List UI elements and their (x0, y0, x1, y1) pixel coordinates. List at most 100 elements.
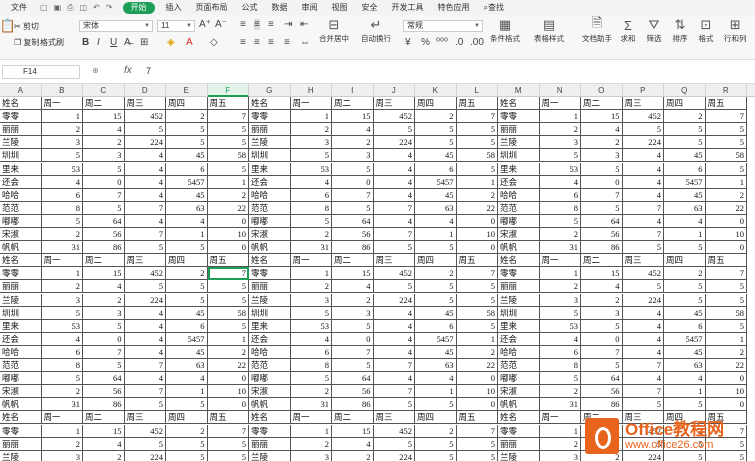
name-cell[interactable]: 兰陵 (0, 293, 42, 307)
value-cell[interactable]: 4 (622, 345, 664, 359)
name-cell[interactable]: 还会 (0, 332, 42, 346)
value-cell[interactable]: 4 (539, 175, 581, 189)
value-cell[interactable]: 4 (373, 214, 415, 228)
header-cell[interactable]: 周二 (581, 254, 623, 268)
align-left-icon[interactable]: ≡ (240, 37, 246, 48)
value-cell[interactable]: 5 (83, 201, 125, 215)
value-cell[interactable]: 5 (415, 123, 457, 137)
value-cell[interactable]: 4 (373, 372, 415, 386)
value-cell[interactable]: 1 (290, 267, 332, 281)
justify-icon[interactable]: ≡ (284, 37, 290, 48)
value-cell[interactable]: 5 (124, 280, 166, 294)
decrease-decimal-icon[interactable]: .00 (470, 37, 484, 48)
name-cell[interactable]: 宋淑 (498, 385, 540, 399)
value-cell[interactable]: 56 (332, 385, 374, 399)
value-cell[interactable]: 8 (41, 201, 83, 215)
header-cell[interactable]: 周二 (83, 254, 125, 268)
value-cell[interactable]: 7 (456, 424, 498, 438)
tab-formulas[interactable]: 公式 (235, 0, 265, 15)
name-cell[interactable]: 还会 (498, 175, 540, 189)
value-cell[interactable]: 7 (373, 201, 415, 215)
value-cell[interactable]: 5 (41, 372, 83, 386)
column-header-B[interactable]: B (42, 84, 83, 97)
value-cell[interactable]: 5 (290, 372, 332, 386)
name-cell[interactable]: 帆帆 (249, 241, 291, 255)
value-cell[interactable]: 7 (622, 228, 664, 242)
bold-icon[interactable]: B (82, 37, 89, 48)
value-cell[interactable]: 5 (83, 162, 125, 176)
name-cell[interactable]: 嘟嘟 (498, 372, 540, 386)
header-cell[interactable]: 姓名 (498, 254, 540, 268)
value-cell[interactable]: 5 (166, 437, 208, 451)
value-cell[interactable]: 2 (415, 110, 457, 124)
name-cell[interactable]: 兰陵 (249, 450, 291, 461)
copy-button[interactable]: ❐ 复制 (14, 37, 39, 48)
value-cell[interactable]: 4 (332, 280, 374, 294)
value-cell[interactable]: 224 (373, 293, 415, 307)
value-cell[interactable]: 5 (622, 280, 664, 294)
value-cell[interactable]: 2 (290, 280, 332, 294)
value-cell[interactable]: 5 (332, 359, 374, 373)
value-cell[interactable]: 4 (290, 175, 332, 189)
value-cell[interactable]: 10 (456, 228, 498, 242)
value-cell[interactable]: 5 (373, 123, 415, 137)
name-cell[interactable]: 嘟嘟 (0, 214, 42, 228)
value-cell[interactable]: 452 (373, 267, 415, 281)
name-cell[interactable]: 兰陵 (498, 293, 540, 307)
name-cell[interactable]: 兰陵 (0, 450, 42, 461)
value-cell[interactable]: 10 (705, 228, 747, 242)
value-cell[interactable]: 5 (332, 319, 374, 333)
redo-icon[interactable]: ↷ (106, 3, 113, 13)
value-cell[interactable]: 4 (373, 162, 415, 176)
value-cell[interactable]: 452 (124, 110, 166, 124)
value-cell[interactable]: 86 (581, 241, 623, 255)
value-cell[interactable]: 15 (83, 424, 125, 438)
font-color-icon[interactable]: A (186, 37, 193, 48)
header-cell[interactable]: 周五 (207, 254, 249, 268)
value-cell[interactable]: 2 (41, 385, 83, 399)
value-cell[interactable]: 5 (290, 214, 332, 228)
value-cell[interactable]: 2 (166, 267, 208, 281)
header-cell[interactable]: 周二 (83, 411, 125, 425)
value-cell[interactable]: 5457 (415, 175, 457, 189)
fx-icon[interactable]: fx (124, 65, 132, 76)
value-cell[interactable]: 4 (373, 332, 415, 346)
name-cell[interactable]: 范范 (0, 359, 42, 373)
value-cell[interactable]: 5 (664, 136, 706, 150)
decrease-font-icon[interactable]: A⁻ (215, 19, 227, 30)
value-cell[interactable]: 2 (83, 450, 125, 461)
name-cell[interactable]: 帆帆 (0, 398, 42, 412)
value-cell[interactable]: 5 (581, 359, 623, 373)
value-cell[interactable]: 5 (124, 398, 166, 412)
value-cell[interactable]: 0 (332, 332, 374, 346)
value-cell[interactable]: 5 (456, 136, 498, 150)
value-cell[interactable]: 2 (290, 123, 332, 137)
value-cell[interactable]: 0 (207, 372, 249, 386)
value-cell[interactable]: 5457 (664, 332, 706, 346)
name-cell[interactable]: 丽丽 (498, 123, 540, 137)
value-cell[interactable]: 2 (581, 136, 623, 150)
value-cell[interactable]: 4 (124, 319, 166, 333)
value-cell[interactable]: 5 (207, 280, 249, 294)
value-cell[interactable]: 3 (540, 450, 581, 461)
value-cell[interactable]: 2 (41, 437, 83, 451)
header-cell[interactable]: 周三 (373, 411, 415, 425)
value-cell[interactable]: 45 (166, 345, 208, 359)
value-cell[interactable]: 64 (581, 372, 623, 386)
value-cell[interactable]: 5 (207, 293, 249, 307)
header-cell[interactable]: 周一 (41, 97, 83, 111)
value-cell[interactable]: 31 (539, 398, 581, 412)
name-cell[interactable]: 丽丽 (498, 437, 540, 451)
name-cell[interactable]: 范范 (498, 359, 540, 373)
align-bottom-icon[interactable]: ≡ (268, 19, 274, 30)
value-cell[interactable]: 5 (539, 306, 581, 320)
header-cell[interactable]: 周四 (415, 254, 457, 268)
tab-security[interactable]: 安全 (355, 0, 385, 15)
header-cell[interactable]: 姓名 (498, 411, 540, 425)
header-cell[interactable]: 周四 (166, 254, 208, 268)
value-cell[interactable]: 5 (705, 280, 747, 294)
name-cell[interactable]: 丽丽 (0, 123, 42, 137)
value-cell[interactable]: 7 (332, 188, 374, 202)
wrap-text-button[interactable]: ↵ 自动换行 (361, 17, 391, 44)
value-cell[interactable]: 22 (207, 201, 249, 215)
